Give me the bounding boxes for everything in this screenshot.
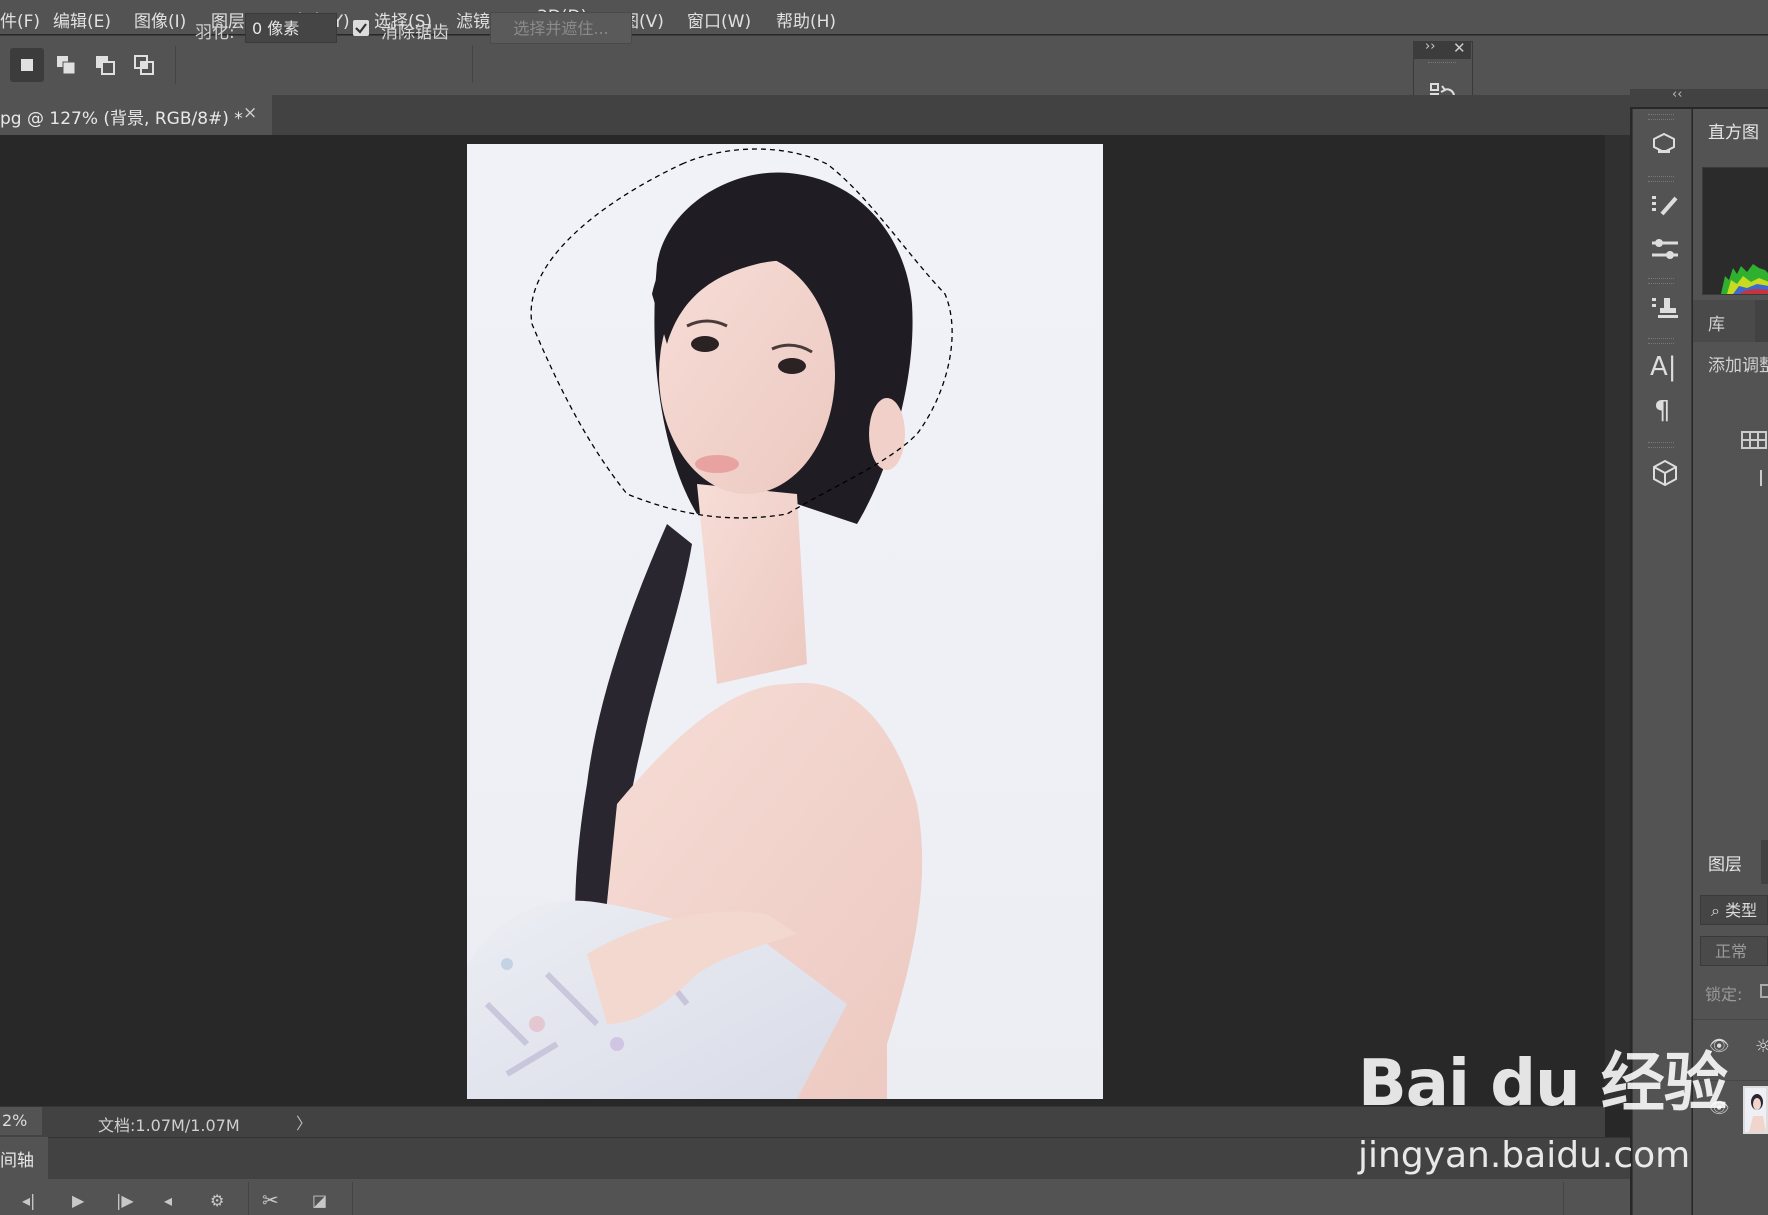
timeline-separator — [352, 1182, 353, 1215]
add-selection-button[interactable] — [49, 48, 83, 82]
scissors-icon[interactable]: ✂ — [262, 1188, 279, 1212]
new-selection-icon — [21, 59, 33, 71]
panel-grip[interactable] — [1648, 176, 1674, 182]
panel-grip[interactable] — [1428, 62, 1456, 66]
layer-filter-select[interactable]: ⌕ 类型 — [1700, 895, 1768, 925]
histogram-plot — [1721, 264, 1768, 294]
new-selection-button[interactable] — [10, 48, 44, 82]
subtract-selection-icon — [96, 56, 115, 75]
toolbar-separator — [175, 46, 176, 84]
tab-close-icon[interactable]: × — [243, 103, 257, 123]
dock-collapse-strip: ‹‹ — [1630, 87, 1768, 107]
menu-file[interactable]: 件(F) — [0, 7, 40, 32]
brush-presets-icon[interactable] — [1650, 192, 1680, 224]
3d-cube-layers-icon[interactable] — [1650, 130, 1678, 160]
brightness-adjustment-icon: ☼ — [1755, 1036, 1768, 1057]
paragraph-icon[interactable]: ¶ — [1654, 396, 1671, 426]
feather-label: 羽化: — [195, 23, 235, 43]
timeline-controls — [0, 1179, 1630, 1215]
3d-object-icon[interactable] — [1650, 458, 1680, 492]
panel-grip[interactable] — [1648, 114, 1674, 120]
layers-tab-label[interactable]: 图层 — [1708, 850, 1742, 875]
collapse-icon[interactable]: ›› — [1425, 39, 1435, 54]
timeline-tab-label[interactable]: 间轴 — [0, 1146, 34, 1171]
lock-transparent-icon[interactable] — [1760, 984, 1768, 998]
intersect-selection-button[interactable] — [127, 48, 161, 82]
go-to-first-frame-icon[interactable]: ◂| — [22, 1191, 35, 1210]
canvas-scroll-gutter — [1605, 135, 1630, 1105]
close-icon[interactable]: ✕ — [1453, 39, 1466, 57]
histogram-tab-label[interactable]: 直方图 — [1708, 118, 1759, 143]
audio-icon[interactable]: ◂ — [164, 1191, 172, 1210]
panel-grip[interactable] — [1648, 442, 1674, 448]
baidu-watermark-url: jingyan.baidu.com — [1358, 1135, 1691, 1176]
library-tab-label[interactable]: 库 — [1708, 310, 1725, 335]
adjustment-icon[interactable] — [1760, 470, 1765, 486]
document-size: 文档:1.07M/1.07M — [98, 1116, 240, 1135]
menu-image[interactable]: 图像(I) — [134, 7, 186, 32]
blend-mode-select[interactable]: 正常 — [1700, 936, 1768, 966]
add-selection-icon — [57, 56, 76, 75]
baidu-watermark-logo: Bai du 经验 — [1358, 1047, 1728, 1121]
options-bar — [0, 35, 1768, 96]
clone-source-stamp-icon[interactable] — [1650, 294, 1680, 326]
subtract-selection-button[interactable] — [88, 48, 122, 82]
document-tab-title[interactable]: pg @ 127% (背景, RGB/8#) * — [0, 104, 243, 129]
status-menu-arrow-icon[interactable]: 〉 — [296, 1110, 312, 1134]
timeline-separator — [1563, 1182, 1564, 1215]
zoom-field[interactable]: 2% — [0, 1107, 42, 1135]
menu-window[interactable]: 窗口(W) — [687, 7, 751, 32]
feather-input[interactable]: 0 像素 — [245, 13, 337, 43]
timeline-separator — [248, 1182, 249, 1215]
thumbnail-figure — [1749, 1094, 1766, 1132]
menu-help[interactable]: 帮助(H) — [776, 7, 836, 32]
next-frame-icon[interactable]: |▶ — [116, 1191, 134, 1210]
transition-icon[interactable]: ◪ — [312, 1191, 327, 1210]
add-adjustment-label: 添加调整 — [1708, 356, 1768, 376]
lock-label: 锁定: — [1705, 985, 1743, 1004]
select-and-mask-button[interactable]: 选择并遮住... — [490, 12, 632, 44]
mini-panel-header: ›› ✕ — [1413, 39, 1471, 59]
toolbar-separator — [472, 45, 473, 83]
checkmark-icon — [355, 23, 367, 34]
panel-grip[interactable] — [1648, 278, 1674, 284]
settings-gear-icon[interactable]: ⚙ — [210, 1191, 224, 1210]
levels-adjustment-icon[interactable] — [1740, 428, 1768, 456]
collapse-dock-icon[interactable]: ‹‹ — [1672, 87, 1682, 102]
play-icon[interactable]: ▶ — [72, 1191, 84, 1210]
intersect-selection-icon — [134, 55, 154, 75]
portrait-photo — [467, 148, 953, 1099]
panel-grip[interactable] — [1648, 338, 1674, 344]
layer-thumbnail — [1743, 1086, 1768, 1134]
antialias-checkbox[interactable] — [353, 20, 369, 36]
layer-filter-label: 类型 — [1725, 901, 1758, 920]
histogram-graph — [1702, 167, 1768, 295]
character-text-icon[interactable]: A| — [1650, 352, 1677, 382]
menu-edit[interactable]: 编辑(E) — [53, 7, 111, 32]
antialias-label: 消除锯齿 — [381, 23, 449, 43]
document-image[interactable] — [467, 144, 1103, 1099]
search-icon: ⌕ — [1711, 901, 1720, 920]
brush-settings-icon[interactable] — [1650, 235, 1680, 267]
